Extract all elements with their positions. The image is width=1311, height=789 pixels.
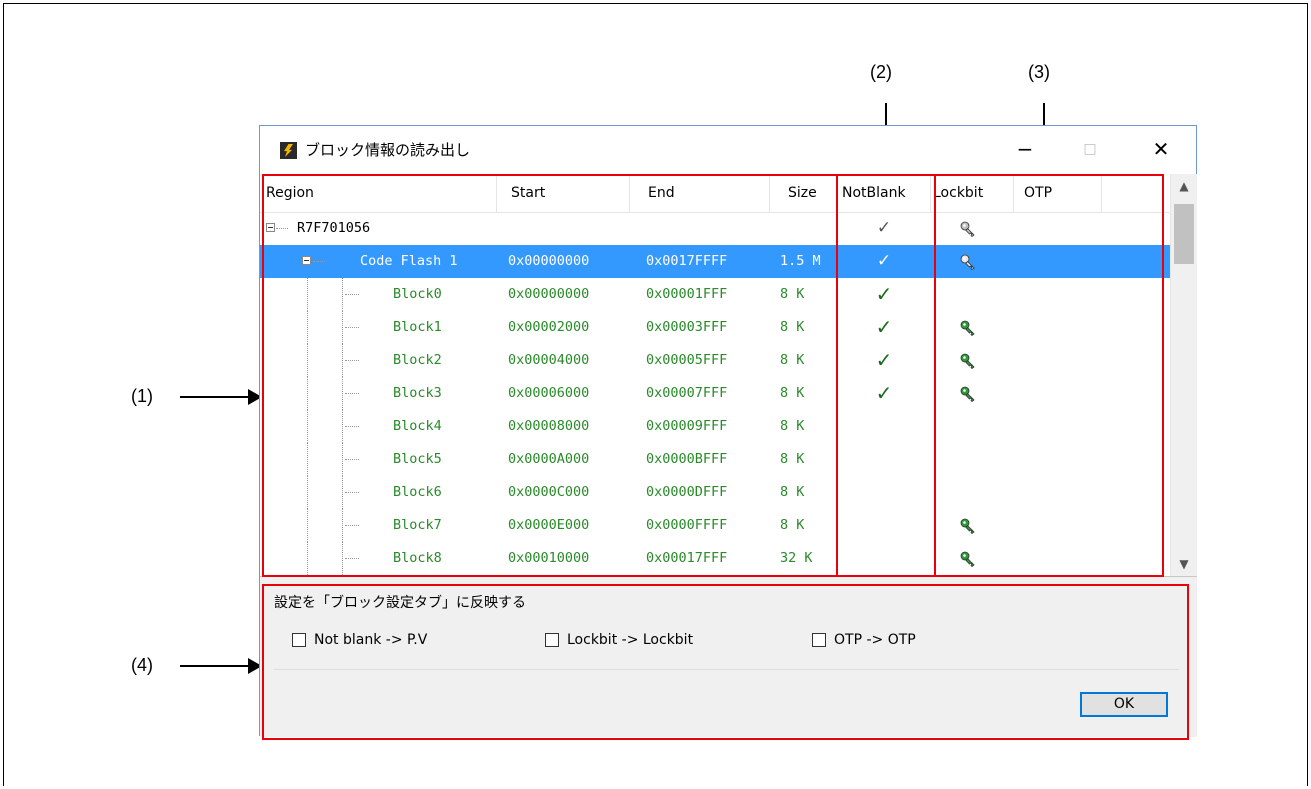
callout-4-line xyxy=(180,665,250,667)
highlight-box-1 xyxy=(262,174,838,577)
app-lightning-icon xyxy=(280,142,297,159)
window-title: ブロック情報の読み出し xyxy=(305,141,471,159)
maximize-button: □ xyxy=(1083,141,1097,157)
vertical-scrollbar[interactable]: ▲ ▼ xyxy=(1170,174,1197,576)
scroll-down-icon[interactable]: ▼ xyxy=(1171,552,1197,576)
highlight-box-4 xyxy=(262,584,1189,740)
callout-1: (1) xyxy=(131,386,153,406)
callout-3: (3) xyxy=(1028,62,1050,82)
minimize-button[interactable]: − xyxy=(1008,134,1042,164)
callout-4: (4) xyxy=(131,655,153,675)
close-button[interactable]: ✕ xyxy=(1144,134,1178,164)
callout-2: (2) xyxy=(870,62,892,82)
scroll-up-icon[interactable]: ▲ xyxy=(1171,174,1197,198)
callout-1-line xyxy=(180,396,250,398)
highlight-box-3 xyxy=(934,174,1164,577)
scroll-thumb[interactable] xyxy=(1174,204,1194,264)
highlight-box-2 xyxy=(836,174,936,577)
title-bar[interactable]: ブロック情報の読み出し − □ ✕ xyxy=(260,126,1196,174)
